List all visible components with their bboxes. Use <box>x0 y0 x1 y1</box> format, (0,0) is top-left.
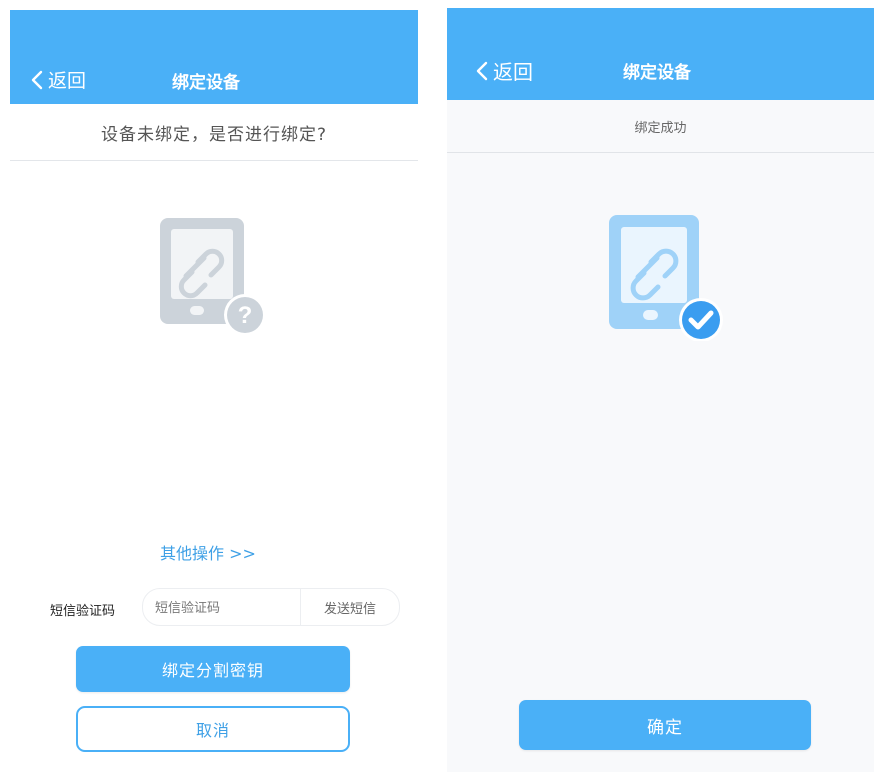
back-label: 返回 <box>48 70 87 92</box>
sms-code-label: 短信验证码 <box>50 604 116 619</box>
nav-bar: 返回 绑定设备 <box>10 10 418 104</box>
bind-prompt-text: 设备未绑定，是否进行绑定? <box>100 124 328 145</box>
bind-split-key-button[interactable]: 绑定分割密钥 <box>76 646 350 692</box>
page-title: 绑定设备 <box>172 73 240 93</box>
nav-bar: 返回 绑定设备 <box>447 8 874 100</box>
page-title: 绑定设备 <box>623 63 691 83</box>
phone-link-question-icon: ? <box>160 218 266 336</box>
chevron-left-icon <box>476 61 488 80</box>
confirm-button[interactable]: 确定 <box>519 700 811 750</box>
bind-status-text: 绑定成功 <box>634 120 687 136</box>
status-bar: 绑定成功 <box>447 100 874 153</box>
send-sms-button[interactable]: 发送短信 <box>301 589 399 625</box>
unbound-screen: 返回 绑定设备 设备未绑定，是否进行绑定? ? 其他操作 >> 短信验证码 发送… <box>10 10 418 766</box>
prompt-bar: 设备未绑定，是否进行绑定? <box>10 104 418 161</box>
cancel-button[interactable]: 取消 <box>76 706 350 752</box>
svg-text:?: ? <box>238 302 253 329</box>
other-actions-link[interactable]: 其他操作 >> <box>160 540 256 564</box>
back-button[interactable]: 返回 <box>30 66 86 93</box>
back-label: 返回 <box>493 60 533 84</box>
sms-code-input[interactable] <box>153 589 297 627</box>
back-button[interactable]: 返回 <box>475 56 533 85</box>
bound-success-screen: 返回 绑定设备 绑定成功 确定 <box>447 8 874 772</box>
sms-code-field-group: 发送短信 <box>142 588 400 627</box>
chevron-left-icon <box>31 70 43 89</box>
phone-link-check-icon <box>609 215 723 341</box>
